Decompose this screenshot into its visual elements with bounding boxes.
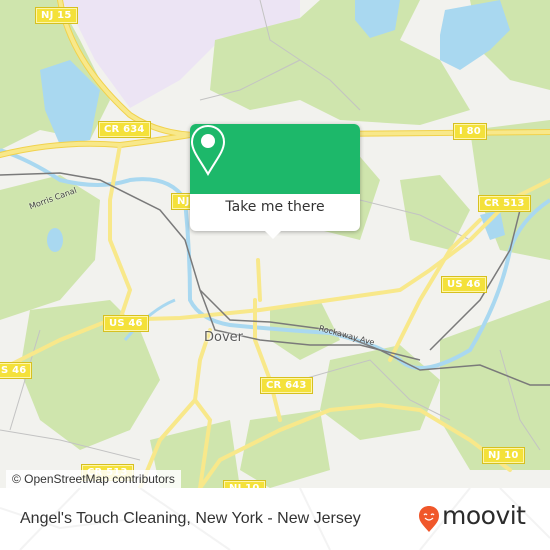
moovit-wordmark: moovit [442, 501, 526, 530]
road-shield-cr634: CR 634 [98, 121, 151, 138]
road-shield-us46-west: US 46 [103, 315, 149, 332]
map-attribution[interactable]: © OpenStreetMap contributors [6, 470, 181, 488]
moovit-smiley-pin-icon [419, 506, 439, 532]
popup-pointer [265, 231, 281, 239]
road-shield-us46-edge: S 46 [0, 362, 33, 379]
road-shield-cr513: CR 513 [478, 195, 531, 212]
map-view[interactable]: NJ 15 CR 634 I 80 NJ CR 513 US 46 US 46 … [0, 0, 550, 488]
location-popup[interactable]: Take me there [190, 124, 360, 239]
footer-bar: Angel's Touch Cleaning, New York - New J… [0, 488, 550, 550]
road-shield-nj10: NJ 10 [482, 447, 525, 464]
place-label-dover: Dover [204, 330, 243, 345]
take-me-there-button[interactable]: Take me there [190, 199, 360, 215]
road-shield-nj15: NJ 15 [35, 7, 78, 24]
road-shield-i80: I 80 [453, 123, 487, 140]
map-tiles [0, 0, 550, 488]
road-shield-us46-east: US 46 [441, 276, 487, 293]
road-shield-nj10-south: NJ 10 [223, 480, 266, 488]
location-pin-icon [190, 124, 226, 177]
place-title: Angel's Touch Cleaning, New York - New J… [20, 510, 361, 527]
popup-header [190, 124, 360, 194]
road-shield-cr643: CR 643 [260, 377, 313, 394]
